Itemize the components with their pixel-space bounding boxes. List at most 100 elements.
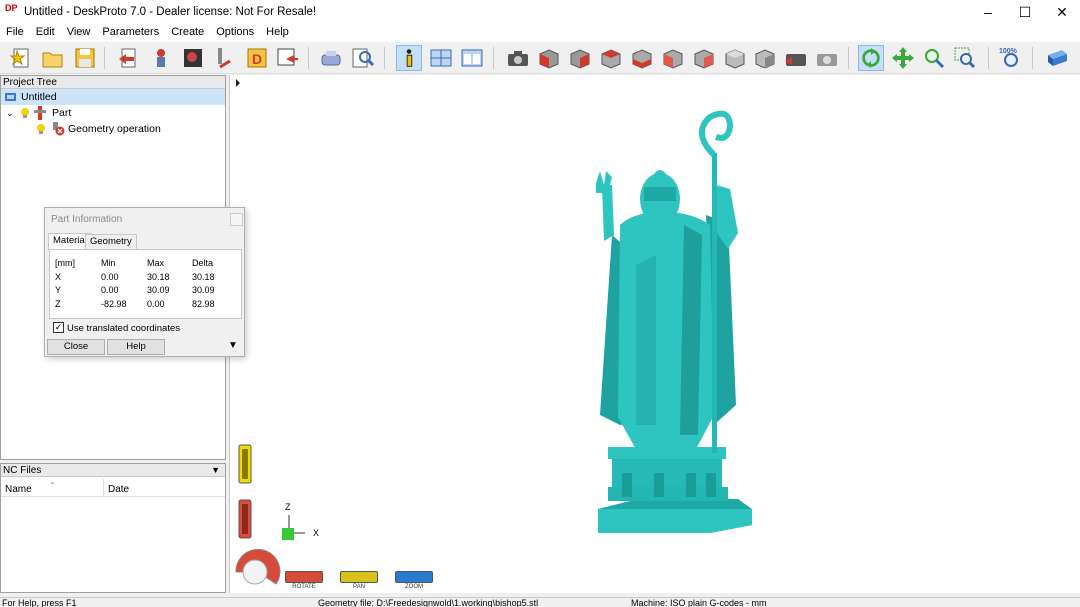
view-cube-icon[interactable] xyxy=(536,45,562,71)
axis-origin-cube xyxy=(282,528,294,540)
view-iso-icon[interactable] xyxy=(752,45,778,71)
zoom-100-icon[interactable]: 100% xyxy=(998,45,1024,71)
view-bottom-icon[interactable] xyxy=(722,45,748,71)
lightbulb-icon[interactable] xyxy=(20,107,30,119)
pan-button[interactable] xyxy=(340,571,378,583)
menu-help[interactable]: Help xyxy=(260,24,295,38)
translated-coordinates-checkbox[interactable]: ✓ xyxy=(53,322,64,333)
collapse-panel-icon[interactable] xyxy=(236,79,240,87)
tree-item-untitled[interactable]: Untitled xyxy=(1,89,225,105)
geometry-operation-icon xyxy=(53,122,65,136)
nc-files-title: NC Files xyxy=(3,465,42,476)
status-help: For Help, press F1 xyxy=(2,598,77,607)
minimize-icon[interactable]: – xyxy=(968,0,1008,24)
rotate-icon[interactable] xyxy=(858,45,884,71)
pan-icon[interactable] xyxy=(890,45,916,71)
menu-edit[interactable]: Edit xyxy=(30,24,61,38)
chevron-down-icon[interactable]: ⌄ xyxy=(6,105,14,121)
axis-z-label: Z xyxy=(285,502,291,512)
project-tree-header: Project Tree xyxy=(1,76,225,89)
import-geometry-icon[interactable] xyxy=(116,45,142,71)
menu-bar: File Edit View Parameters Create Options Help xyxy=(0,24,1080,42)
drawing-icon[interactable]: D xyxy=(244,45,270,71)
part-icon xyxy=(34,106,46,120)
menu-view[interactable]: View xyxy=(61,24,97,38)
table-header: Min xyxy=(101,258,116,268)
viewport-canvas[interactable]: Z X xyxy=(230,75,1080,593)
tree-item-part[interactable]: ⌄ Part xyxy=(1,105,225,121)
nc-files-column-header: Name ⌄ Date xyxy=(1,477,225,497)
search-icon[interactable] xyxy=(350,45,376,71)
menu-create[interactable]: Create xyxy=(165,24,210,38)
expand-arrow-icon[interactable]: ▼ xyxy=(228,340,238,351)
nc-files-panel: NC Files ▼ Name ⌄ Date xyxy=(0,463,226,593)
table-cell: 0.00 xyxy=(101,272,119,282)
table-header: Max xyxy=(147,258,165,268)
part-information-dialog: Part Information Material Geometry [mm] … xyxy=(44,207,245,357)
material-table: [mm] Min Max Delta X 0.00 30.18 30.18 Y … xyxy=(49,249,242,319)
view-right-icon[interactable] xyxy=(660,45,686,71)
toolpath-icon[interactable] xyxy=(212,45,238,71)
menu-options[interactable]: Options xyxy=(210,24,260,38)
zoom-icon[interactable] xyxy=(921,45,947,71)
column-divider[interactable] xyxy=(103,479,104,497)
camera-icon[interactable] xyxy=(505,45,531,71)
3d-viewport[interactable]: Z X ROTATE PAN ZOOM xyxy=(229,75,1080,593)
new-file-icon[interactable] xyxy=(8,45,34,71)
svg-text:D: D xyxy=(252,51,262,67)
table-cell: 0.00 xyxy=(101,285,119,295)
nc-files-header[interactable]: NC Files ▼ xyxy=(1,464,225,477)
view-top-icon[interactable] xyxy=(691,45,717,71)
axis-x-label: X xyxy=(313,528,319,538)
info-icon[interactable] xyxy=(396,45,422,71)
dialog-close-icon[interactable] xyxy=(230,213,243,226)
open-folder-icon[interactable] xyxy=(40,45,66,71)
tab-geometry[interactable]: Geometry xyxy=(85,234,137,249)
render-icon[interactable] xyxy=(783,45,809,71)
layout-icon[interactable] xyxy=(428,45,454,71)
view-front-icon[interactable] xyxy=(567,45,593,71)
checkbox-label: Use translated coordinates xyxy=(67,323,181,334)
dialog-title: Part Information xyxy=(51,214,123,225)
zoom-label: ZOOM xyxy=(405,584,423,590)
table-cell: 30.18 xyxy=(147,272,170,282)
view-left-icon[interactable] xyxy=(629,45,655,71)
table-cell: Y xyxy=(55,285,62,295)
maximize-icon[interactable]: ☐ xyxy=(1005,0,1045,24)
title-bar: DP Untitled - DeskProto 7.0 - Dealer lic… xyxy=(0,0,1080,24)
table-cell: 30.09 xyxy=(147,285,170,295)
save-icon[interactable] xyxy=(72,45,98,71)
help-button[interactable]: Help xyxy=(107,339,165,355)
refresh-icon[interactable] xyxy=(814,45,840,71)
zoom-window-icon[interactable] xyxy=(952,45,978,71)
project-icon xyxy=(5,93,16,101)
menu-file[interactable]: File xyxy=(0,24,30,38)
machine-icon[interactable] xyxy=(318,45,344,71)
close-button[interactable]: Close xyxy=(47,339,105,355)
export-icon[interactable] xyxy=(274,45,300,71)
close-icon[interactable]: ✕ xyxy=(1042,0,1080,24)
rotate-button[interactable] xyxy=(285,571,323,583)
status-bar: For Help, press F1 Geometry file: D:\Fre… xyxy=(0,597,1080,607)
column-name[interactable]: Name xyxy=(5,484,32,495)
window-icon[interactable] xyxy=(459,45,485,71)
app-logo-icon: DP xyxy=(5,3,18,13)
table-cell: 0.00 xyxy=(147,299,165,309)
pan-label: PAN xyxy=(353,584,365,590)
table-header: [mm] xyxy=(55,258,75,268)
view-back-icon[interactable] xyxy=(598,45,624,71)
sort-indicator-icon: ⌄ xyxy=(49,477,56,486)
tree-item-label: Geometry operation xyxy=(68,123,161,135)
zoom-button[interactable] xyxy=(395,571,433,583)
bishop-model[interactable] xyxy=(596,110,752,533)
column-date[interactable]: Date xyxy=(108,484,129,495)
table-cell: -82.98 xyxy=(101,299,127,309)
tree-item-geometry-operation[interactable]: Geometry operation xyxy=(1,121,225,137)
wizard-icon[interactable] xyxy=(148,45,174,71)
dropdown-arrow-icon[interactable]: ▼ xyxy=(211,464,220,477)
part-image-icon[interactable] xyxy=(180,45,206,71)
menu-parameters[interactable]: Parameters xyxy=(96,24,165,38)
lightbulb-icon[interactable] xyxy=(36,123,46,135)
help-book-icon[interactable] xyxy=(1044,45,1070,71)
table-cell: 30.09 xyxy=(192,285,215,295)
